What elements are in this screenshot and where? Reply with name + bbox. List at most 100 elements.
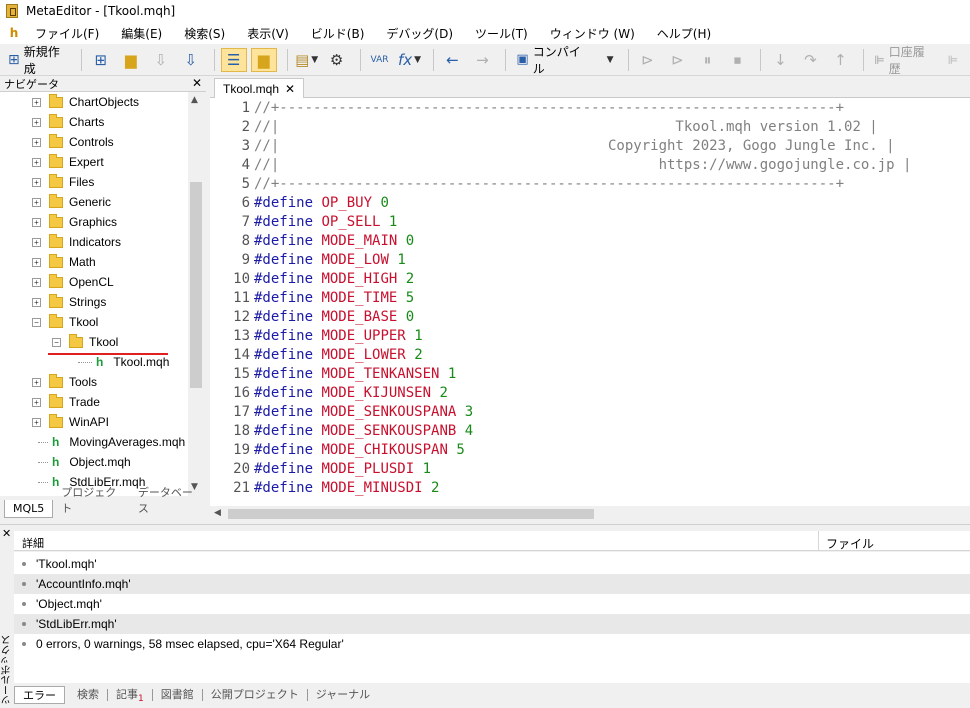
debug-robot-button[interactable]: ⚙ [324,48,350,72]
new-item-button[interactable]: ⊞ [88,48,114,72]
tab-database[interactable]: データベース [130,482,206,518]
variable-button[interactable]: VAR [367,48,393,72]
tree-folder-controls[interactable]: + Controls [32,132,114,152]
expand-icon[interactable]: + [32,397,41,407]
compile-button[interactable]: ▣ コンパイル ▼ [512,45,617,76]
save-button[interactable]: ⇩ [178,48,204,72]
tab-project[interactable]: プロジェクト [53,482,130,518]
menu-file[interactable]: ファイル(F) [24,25,110,42]
expand-icon[interactable]: + [32,97,41,107]
menu-tools[interactable]: ツール(T) [464,25,539,42]
tree-folder-charts[interactable]: + Charts [32,112,104,132]
tree-folder-chartobjects[interactable]: + ChartObjects [32,92,139,112]
step-over-button[interactable]: ↷ [797,48,823,72]
account-history-button[interactable]: ⊫ 口座履歴 [870,45,936,76]
tab-journal[interactable]: ジャーナル [308,689,378,701]
tree-file-movingaverages[interactable]: h MovingAverages.mqh [38,432,185,452]
account-history-2-button[interactable]: ⊫ [940,48,966,72]
scroll-up-icon[interactable]: ▲ [191,95,198,105]
forward-button[interactable]: → [469,48,495,72]
tab-library[interactable]: 図書館 [153,689,203,701]
tree-folder-graphics[interactable]: + Graphics [32,212,117,232]
pause-button[interactable]: ⏸ [694,48,720,72]
editor-hscrollbar[interactable]: ◀ [210,506,970,522]
expand-icon[interactable]: + [32,197,41,207]
toolbar-separator [213,48,215,71]
collapse-icon[interactable]: − [52,337,61,347]
expand-icon[interactable]: + [32,277,41,287]
menu-build[interactable]: ビルド(B) [300,25,376,42]
paste-button[interactable]: ▤ ▼ [294,48,320,72]
start-profiling-button[interactable]: ⊳ [664,48,690,72]
tree-folder-expert[interactable]: + Expert [32,152,104,172]
tree-folder-tkool-sub[interactable]: − Tkool [52,332,118,352]
expand-icon[interactable]: + [32,217,41,227]
editor-tab-tkool[interactable]: Tkool.mqh ✕ [214,78,305,98]
collapse-icon[interactable]: − [32,317,41,327]
stop-button[interactable]: ⏹ [724,48,750,72]
expand-icon[interactable]: + [32,237,41,247]
menu-window[interactable]: ウィンドウ (W) [539,25,646,42]
expand-icon[interactable]: + [32,137,41,147]
list-item[interactable]: 'StdLibErr.mqh' [14,614,970,634]
tab-errors[interactable]: エラー [14,686,65,704]
menu-view[interactable]: 表示(V) [236,25,300,42]
expand-icon[interactable]: + [32,117,41,127]
menu-search[interactable]: 検索(S) [173,25,236,42]
toolbox-toggle-button[interactable]: ▆ [250,47,277,72]
tab-mql5[interactable]: MQL5 [4,500,54,518]
tree-file-object[interactable]: h Object.mqh [38,452,131,472]
list-item[interactable]: 'Object.mqh' [14,594,970,614]
menu-debug[interactable]: デバッグ(D) [375,25,464,42]
navigator-toggle-button[interactable]: ☰ [220,47,247,72]
menu-help[interactable]: ヘルプ(H) [646,25,722,42]
start-debug-button[interactable]: ⊳ [634,48,660,72]
code-editor[interactable]: 1 2 3 4 5 6 7 8 9 10 11 12 13 14 15 16 17 18 19 20 21 //+---… [210,98,970,506]
define-name: MODE_TENKANSEN [321,366,440,382]
function-button[interactable]: fx ▼ [397,48,423,72]
tree-folder-opencl[interactable]: + OpenCL [32,272,114,292]
new-file-button[interactable]: ⊞ 新規作成 [4,45,71,76]
scroll-left-icon[interactable]: ◀ [214,508,221,518]
expand-icon[interactable]: + [32,257,41,267]
navigator-title: ナビゲータ [4,78,59,91]
navigator-scrollbar[interactable]: ▲ ▼ [188,92,204,496]
step-out-button[interactable]: ↑ [827,48,853,72]
tree-folder-winapi[interactable]: + WinAPI [32,412,109,432]
tree-folder-generic[interactable]: + Generic [32,192,111,212]
menu-edit[interactable]: 編集(E) [110,25,173,42]
list-item[interactable]: 'AccountInfo.mqh' [14,574,970,594]
tab-search[interactable]: 検索 [69,689,108,701]
tree-folder-files[interactable]: + Files [32,172,94,192]
download-button[interactable]: ⇩ [148,48,174,72]
expand-icon[interactable]: + [32,417,41,427]
column-detail[interactable]: 詳細 [22,535,44,551]
tab-articles[interactable]: 記事1 [108,689,153,704]
open-folder-button[interactable]: ▆ [118,48,144,72]
folder-icon [49,113,63,128]
tree-file-tkool-mqh[interactable]: h Tkool.mqh [78,352,169,372]
tree-folder-math[interactable]: + Math [32,252,96,272]
tree-folder-tkool[interactable]: − Tkool [32,312,98,332]
close-icon[interactable]: ✕ [2,527,11,540]
tree-folder-strings[interactable]: + Strings [32,292,106,312]
expand-icon[interactable]: + [32,157,41,167]
list-item[interactable]: 0 errors, 0 warnings, 58 msec elapsed, c… [14,634,970,654]
tree-folder-indicators[interactable]: + Indicators [32,232,121,252]
expand-icon[interactable]: + [32,177,41,187]
scrollbar-thumb[interactable] [228,509,594,519]
column-file[interactable]: ファイル [826,535,874,552]
step-into-button[interactable]: ↓ [767,48,793,72]
list-item-text: 'AccountInfo.mqh' [36,577,131,591]
list-item[interactable]: 'Tkool.mqh' [14,554,970,574]
tree-folder-tools[interactable]: + Tools [32,372,97,392]
scrollbar-thumb[interactable] [190,182,202,388]
tab-public-projects[interactable]: 公開プロジェクト [203,689,308,701]
tree-folder-trade[interactable]: + Trade [32,392,100,412]
back-button[interactable]: ← [439,48,465,72]
expand-icon[interactable]: + [32,297,41,307]
close-icon[interactable]: ✕ [192,76,202,90]
column-divider[interactable] [818,531,819,551]
close-icon[interactable]: ✕ [285,82,295,96]
expand-icon[interactable]: + [32,377,41,387]
